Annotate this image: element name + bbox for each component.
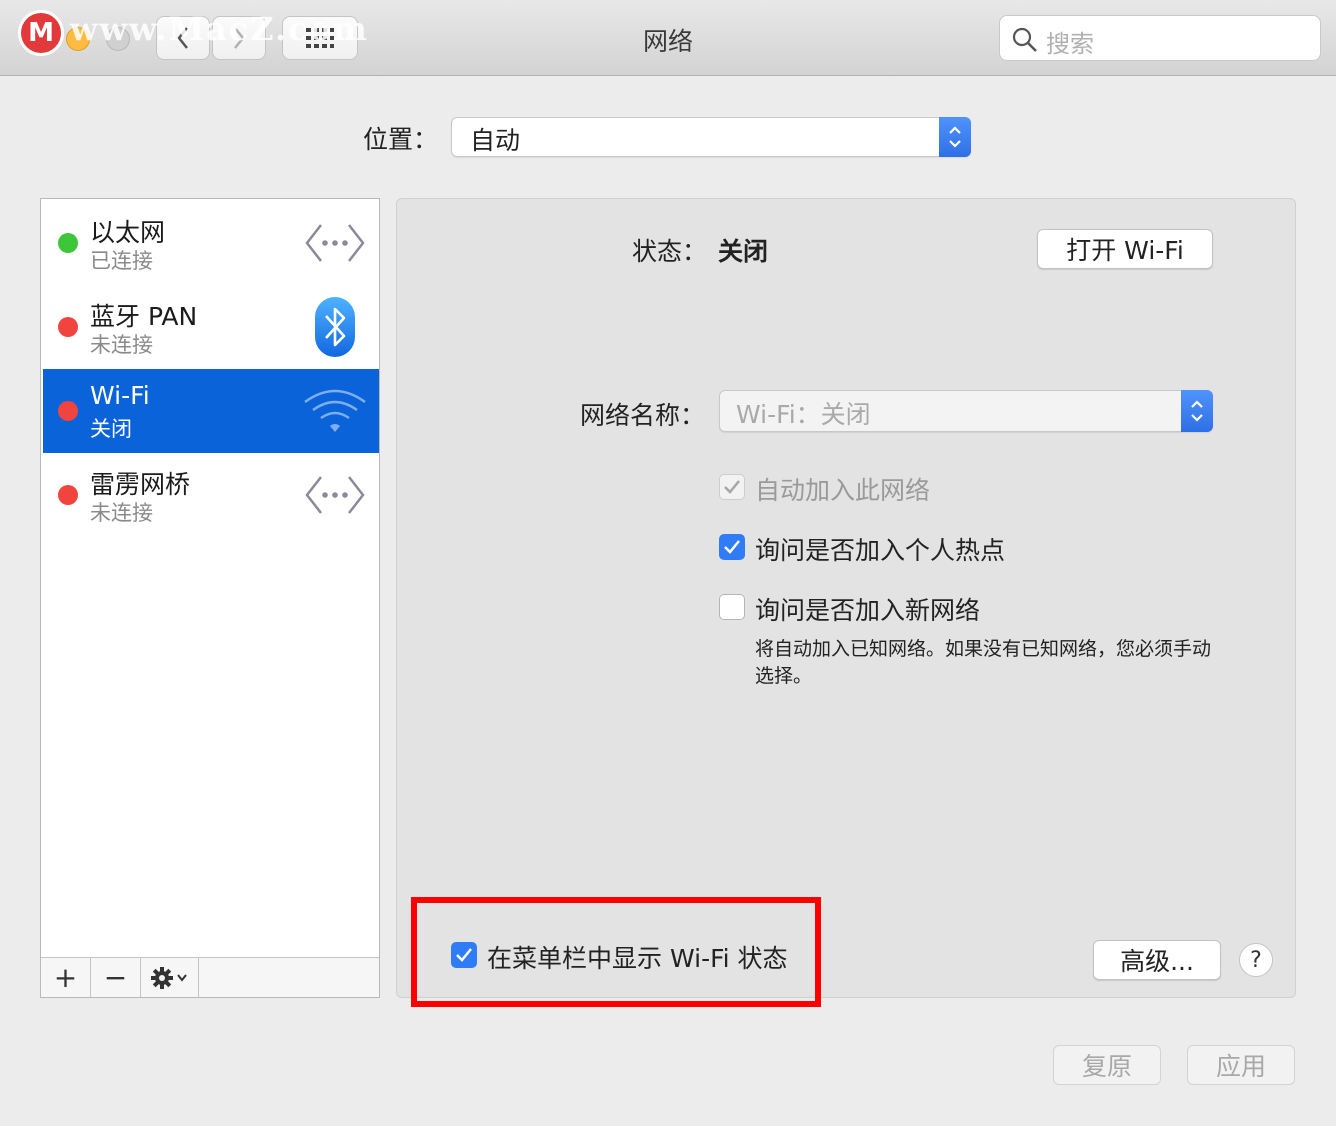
status-value: 关闭: [718, 237, 769, 266]
remove-service-button[interactable]: −: [91, 958, 141, 997]
ask-hotspot-checkbox[interactable]: [719, 534, 745, 560]
status-label: 状态：: [632, 237, 708, 266]
service-list-toolbar: + −: [41, 957, 379, 997]
search-input[interactable]: 搜索: [999, 15, 1321, 61]
service-item-thunderbolt-bridge[interactable]: 雷雳网桥 未连接: [43, 453, 379, 537]
status-dot: [58, 401, 78, 421]
highlight-box: [411, 897, 821, 1007]
checkmark-icon: [724, 540, 740, 554]
auto-join-checkbox[interactable]: [719, 474, 745, 500]
network-name-label: 网络名称：: [580, 401, 706, 430]
service-name: 雷雳网桥: [90, 470, 191, 499]
ask-hotspot-label: 询问是否加入个人热点: [755, 536, 1006, 565]
help-button[interactable]: ?: [1239, 943, 1273, 977]
status-dot: [58, 317, 78, 337]
auto-join-label: 自动加入此网络: [755, 476, 931, 505]
thunderbolt-bridge-icon: [303, 467, 367, 523]
revert-button[interactable]: 复原: [1053, 1045, 1161, 1085]
service-list: 以太网 已连接 蓝牙 PAN 未连接 Wi-Fi 关闭 雷雳网桥 未连接 + −: [40, 198, 380, 998]
wifi-icon: [303, 383, 367, 439]
chevron-up-down-icon: [949, 126, 961, 148]
service-status: 未连接: [90, 333, 153, 357]
service-item-ethernet[interactable]: 以太网 已连接: [43, 201, 379, 285]
network-name-stepper: [1181, 390, 1213, 432]
ask-new-network-label: 询问是否加入新网络: [755, 596, 981, 625]
advanced-button[interactable]: 高级...: [1093, 940, 1221, 980]
search-icon: [1012, 27, 1037, 52]
ethernet-icon: [303, 215, 367, 271]
add-service-button[interactable]: +: [41, 958, 91, 997]
apply-button[interactable]: 应用: [1187, 1045, 1295, 1085]
service-item-bluetooth-pan[interactable]: 蓝牙 PAN 未连接: [43, 285, 379, 369]
location-value: 自动: [470, 126, 521, 155]
status-dot: [58, 233, 78, 253]
search-placeholder: 搜索: [1046, 30, 1094, 58]
turn-on-wifi-button[interactable]: 打开 Wi-Fi: [1037, 229, 1213, 269]
checkmark-icon: [724, 480, 740, 494]
service-status: 未连接: [90, 501, 153, 525]
service-item-wifi[interactable]: Wi-Fi 关闭: [43, 369, 379, 453]
chevron-up-down-icon: [1191, 400, 1203, 422]
service-name: 蓝牙 PAN: [90, 302, 198, 331]
network-name-value: Wi-Fi：关闭: [736, 400, 871, 429]
location-label: 位置：: [363, 125, 439, 154]
ask-new-network-checkbox[interactable]: [719, 594, 745, 620]
title-bar: M www.MacZ.com 网络 搜索: [0, 0, 1336, 76]
service-name: Wi-Fi: [90, 381, 150, 410]
service-actions-button[interactable]: [141, 958, 199, 997]
service-status: 已连接: [90, 249, 153, 273]
bluetooth-icon: [303, 297, 367, 357]
service-status: 关闭: [90, 417, 132, 441]
ask-new-network-help: 将自动加入已知网络。如果没有已知网络，您必须手动选择。: [755, 638, 1212, 687]
status-dot: [58, 485, 78, 505]
location-popup[interactable]: 自动: [451, 117, 971, 157]
service-name: 以太网: [90, 218, 166, 247]
gear-icon: [150, 966, 187, 989]
location-stepper: [939, 117, 971, 157]
network-name-popup[interactable]: Wi-Fi：关闭: [719, 390, 1213, 432]
